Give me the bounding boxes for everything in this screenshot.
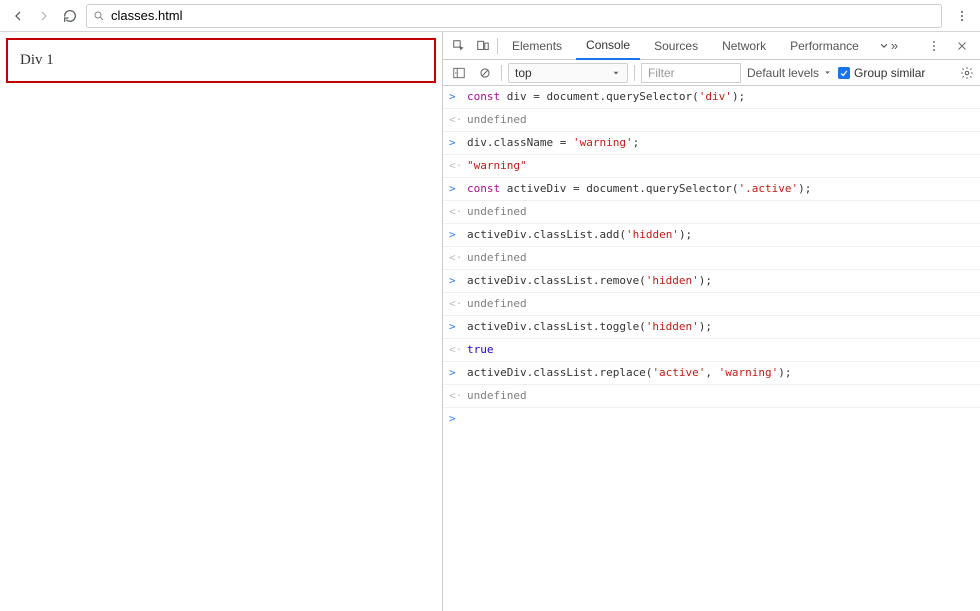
code-text: const activeDiv = document.querySelector… [467, 180, 811, 198]
div-1-text: Div 1 [20, 52, 54, 68]
devtools-close-icon[interactable] [952, 36, 972, 56]
chevron-down-icon [823, 68, 832, 77]
console-filter-input[interactable]: Filter [641, 63, 741, 83]
console-prompt[interactable]: > [443, 408, 980, 429]
console-input-line: > activeDiv.classList.toggle('hidden'); [443, 316, 980, 339]
console-input-line: > activeDiv.classList.replace('active', '… [443, 362, 980, 385]
code-text: undefined [467, 387, 527, 405]
reload-button[interactable] [60, 6, 80, 26]
devtools-menu-button[interactable] [924, 36, 944, 56]
browser-toolbar: classes.html [0, 0, 980, 32]
chevron-down-icon [611, 68, 621, 78]
devtools-panel: Elements Console Sources Network Perform… [443, 32, 980, 611]
input-caret-icon: > [449, 180, 459, 198]
console-input-line: > const activeDiv = document.querySelecto… [443, 178, 980, 201]
code-text: activeDiv.classList.toggle('hidden'); [467, 318, 712, 336]
output-caret-icon: <· [449, 203, 459, 221]
console-output-line: <· undefined [443, 109, 980, 132]
tab-elements[interactable]: Elements [502, 32, 572, 60]
address-bar[interactable]: classes.html [86, 4, 942, 28]
code-text: undefined [467, 249, 527, 267]
checkbox-checked-icon [838, 67, 850, 79]
input-caret-icon: > [449, 318, 459, 336]
console-output-line: <· "warning" [443, 155, 980, 178]
console-input-line: > activeDiv.classList.remove('hidden'); [443, 270, 980, 293]
code-text: true [467, 341, 494, 359]
tab-performance[interactable]: Performance [780, 32, 869, 60]
input-caret-icon: > [449, 364, 459, 382]
code-text: activeDiv.classList.remove('hidden'); [467, 272, 712, 290]
code-text: div.className = 'warning'; [467, 134, 639, 152]
output-caret-icon: <· [449, 157, 459, 175]
output-caret-icon: <· [449, 387, 459, 405]
tab-sources[interactable]: Sources [644, 32, 708, 60]
console-output-line: <· undefined [443, 201, 980, 224]
div-1-box: Div 1 [6, 38, 436, 83]
console-settings-icon[interactable] [960, 66, 974, 80]
devtools-tabbar: Elements Console Sources Network Perform… [443, 32, 980, 60]
url-text: classes.html [111, 8, 183, 23]
output-caret-icon: <· [449, 249, 459, 267]
input-caret-icon: > [449, 88, 459, 106]
log-levels-selector[interactable]: Default levels [747, 66, 832, 80]
code-text: undefined [467, 295, 527, 313]
code-text: "warning" [467, 157, 527, 175]
tab-network[interactable]: Network [712, 32, 776, 60]
context-selector[interactable]: top [508, 63, 628, 83]
context-value: top [515, 66, 532, 80]
code-text: undefined [467, 203, 527, 221]
output-caret-icon: <· [449, 111, 459, 129]
console-input-line: > div.className = 'warning'; [443, 132, 980, 155]
group-similar-toggle[interactable]: Group similar [838, 66, 925, 80]
output-caret-icon: <· [449, 295, 459, 313]
search-icon [93, 10, 105, 22]
input-caret-icon: > [449, 226, 459, 244]
inspect-element-icon[interactable] [449, 36, 469, 56]
console-sidebar-toggle-icon[interactable] [449, 63, 469, 83]
code-text: undefined [467, 111, 527, 129]
input-caret-icon: > [449, 272, 459, 290]
console-input-line: > activeDiv.classList.add('hidden'); [443, 224, 980, 247]
device-toolbar-icon[interactable] [473, 36, 493, 56]
tabs-overflow-icon[interactable]: » [877, 38, 898, 53]
console-output-line: <· undefined [443, 385, 980, 408]
console-input-line: > const div = document.querySelector('div… [443, 86, 980, 109]
code-text: activeDiv.classList.add('hidden'); [467, 226, 692, 244]
console-output-line: <· undefined [443, 293, 980, 316]
page-viewport: Div 1 [0, 32, 443, 611]
code-text: const div = document.querySelector('div'… [467, 88, 745, 106]
console-output-line: <· true [443, 339, 980, 362]
tab-console[interactable]: Console [576, 32, 640, 60]
forward-button[interactable] [34, 6, 54, 26]
browser-menu-button[interactable] [952, 6, 972, 26]
back-button[interactable] [8, 6, 28, 26]
console-output[interactable]: > const div = document.querySelector('div… [443, 86, 980, 611]
console-toolbar: top Filter Default levels Group similar [443, 60, 980, 86]
input-caret-icon: > [449, 134, 459, 152]
filter-placeholder: Filter [648, 66, 675, 80]
console-output-line: <· undefined [443, 247, 980, 270]
code-text: activeDiv.classList.replace('active', 'w… [467, 364, 792, 382]
output-caret-icon: <· [449, 341, 459, 359]
clear-console-icon[interactable] [475, 63, 495, 83]
